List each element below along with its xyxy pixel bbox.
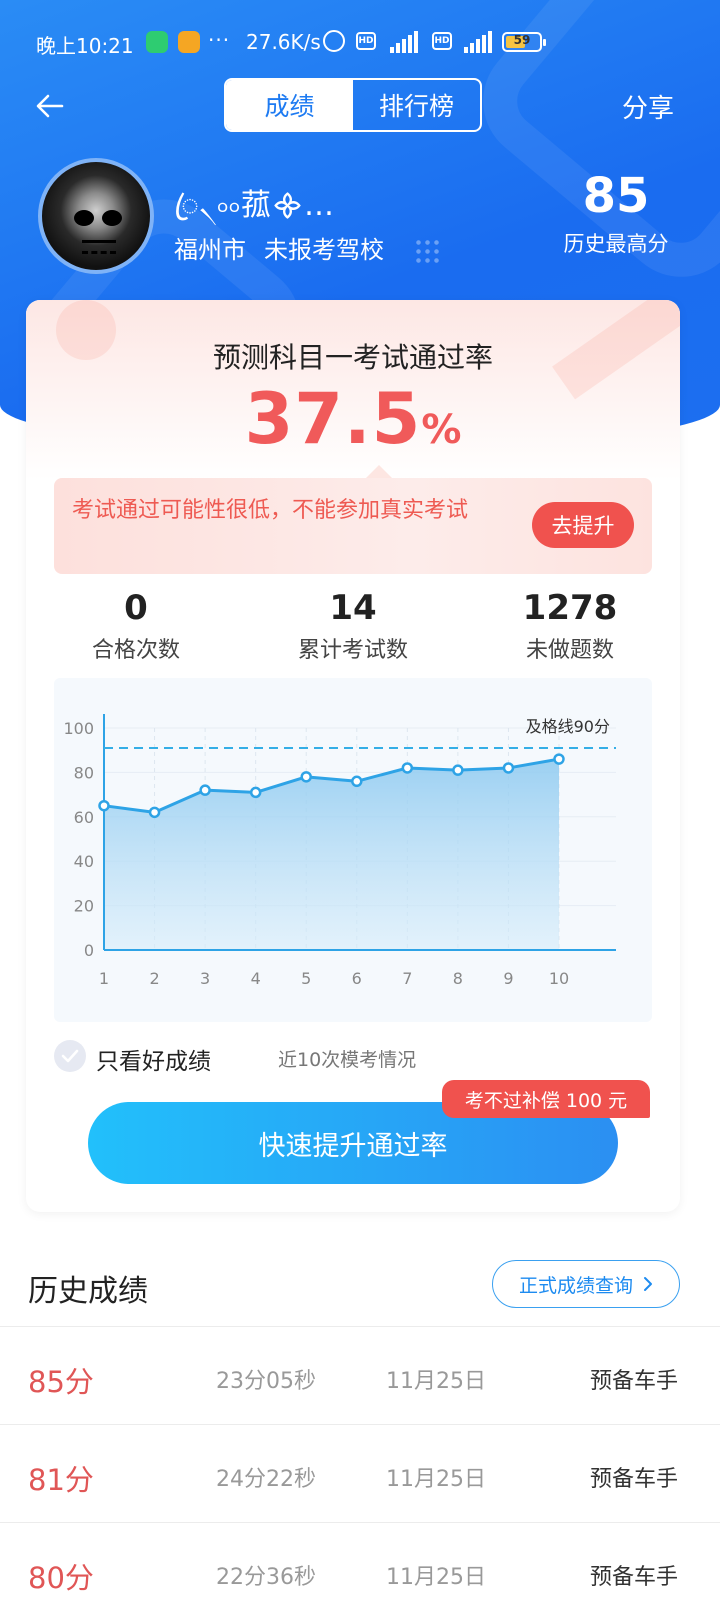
decor-dots [414,238,442,266]
history-level: 预备车手 [589,1467,678,1492]
user-location: 福州市 未报考驾校 [174,230,384,265]
signal-4g-icon-2 [460,31,496,53]
score-point [401,762,414,774]
y-tick-label: 40 [74,852,94,871]
tab-scores[interactable]: 成绩 [226,80,353,130]
history-score: 80分 [28,1561,94,1595]
score-point [553,753,565,765]
alarm-icon [323,30,345,52]
y-tick-label: 20 [74,897,94,916]
history-date: 11月25日 [386,1467,486,1492]
history-row[interactable]: 80分 22分36秒 11月25日 预备车手 [0,1522,720,1600]
history-list: 85分 23分05秒 11月25日 预备车手 81分 24分22秒 11月25日… [0,1326,720,1600]
tab-switcher: 成绩 排行榜 [224,78,482,132]
history-row[interactable]: 85分 23分05秒 11月25日 预备车手 [0,1326,720,1424]
stat-passed-count: 0 合格次数 [36,588,236,664]
history-duration: 22分36秒 [216,1565,316,1590]
stat-total-exams: 14 累计考试数 [253,588,453,664]
official-score-query-button[interactable]: 正式成绩查询 [492,1260,680,1308]
prediction-card: 预测科目一考试通过率 37.5% 考试通过可能性很低，不能参加真实考试 去提升 … [26,300,680,1212]
history-date: 11月25日 [386,1369,486,1394]
network-speed: 27.6K/s [246,30,321,54]
share-button[interactable]: 分享 [622,88,674,125]
score-point [148,806,161,819]
stat-value: 0 [124,588,148,628]
user-city: 福州市 [174,236,246,264]
prediction-title: 预测科目一考试通过率 [212,341,493,374]
stats-row: 0 合格次数 14 累计考试数 1278 未做题数 [26,588,680,668]
avatar[interactable] [38,158,154,274]
score-point [249,786,262,799]
score-trend-chart: 0 20 40 60 80 100 1 2 3 4 5 6 7 8 9 10 及格线90分 [54,678,652,1022]
score-area [104,759,559,950]
x-tick-label: 6 [352,969,362,988]
message-app-icon [178,31,200,53]
history-score: 85分 [28,1365,94,1399]
x-tick-label: 2 [149,969,159,988]
x-tick-label: 7 [402,969,412,988]
history-title: 历史成绩 [28,1274,148,1309]
y-tick-label: 80 [74,763,94,782]
score-point [98,799,110,812]
good-scores-only-checkbox[interactable] [54,1040,86,1072]
stat-label: 合格次数 [91,638,180,663]
signal-4g-icon [386,31,422,53]
warning-box: 考试通过可能性很低，不能参加真实考试 去提升 [54,465,652,574]
x-tick-label: 4 [251,969,261,988]
history-duration: 24分22秒 [216,1467,316,1492]
wechat-icon [146,31,168,53]
stat-undone-questions: 1278 未做题数 [470,588,670,664]
score-point [351,775,363,788]
check-icon [61,1049,79,1063]
pass-rate-value: 37.5 [244,378,422,460]
pass-rate-unit: % [421,407,462,453]
warning-text: 考试通过可能性很低，不能参加真实考试 [72,498,469,523]
recent-exams-hint: 近10次模考情况 [278,1049,417,1071]
chevron-right-icon [644,1277,652,1291]
score-point [300,771,312,783]
history-date: 11月25日 [386,1565,486,1590]
history-duration: 23分05秒 [216,1369,316,1394]
y-tick-label: 60 [74,808,94,827]
score-point [199,784,211,796]
stat-label: 累计考试数 [297,638,408,663]
tab-leaderboard[interactable]: 排行榜 [353,80,480,130]
best-score-value: 85 [582,168,650,224]
battery-level: 59 [513,33,531,47]
more-notifications-icon: ··· [208,28,231,52]
user-driving-school: 未报考驾校 [264,236,384,264]
filter-row: 只看好成绩 近10次模考情况 [54,1040,652,1076]
status-bar: 晚上10:21 ··· 27.6K/s HD HD 59 [0,22,720,62]
history-level: 预备车手 [589,1565,678,1590]
score-point [452,764,464,776]
good-scores-only-label[interactable]: 只看好成绩 [96,1042,211,1076]
x-tick-label: 10 [549,969,569,988]
x-tick-label: 1 [99,969,109,988]
hd-voice-icon: HD [356,32,376,50]
score-point [502,762,515,774]
battery-icon: 59 [502,32,546,52]
pass-line-label: 及格线90分 [526,717,610,736]
y-tick-label: 100 [63,719,94,738]
x-tick-label: 3 [200,969,210,988]
stat-value: 14 [329,588,377,628]
pass-rate: 37.5% [26,378,680,460]
official-score-query-label: 正式成绩查询 [518,1274,633,1297]
status-time: 晚上10:21 [36,34,134,58]
stat-value: 1278 [522,588,618,628]
compensation-badge: 考不过补偿 100 元 [442,1080,650,1118]
x-tick-label: 8 [453,969,463,988]
chart-svg: 0 20 40 60 80 100 1 2 3 4 5 6 7 8 9 10 及格线90分 [63,714,616,988]
history-row[interactable]: 81分 24分22秒 11月25日 预备车手 [0,1424,720,1522]
history-score: 81分 [28,1463,94,1497]
x-tick-label: 9 [503,969,513,988]
best-score-label: 历史最高分 [563,232,669,256]
x-tick-label: 5 [301,969,311,988]
back-arrow-icon[interactable] [32,88,68,124]
stat-label: 未做题数 [525,638,614,663]
history-level: 预备车手 [589,1369,678,1394]
improve-button[interactable]: 去提升 [532,502,634,548]
hd-voice-icon-2: HD [432,32,452,50]
y-tick-label: 0 [84,941,94,960]
